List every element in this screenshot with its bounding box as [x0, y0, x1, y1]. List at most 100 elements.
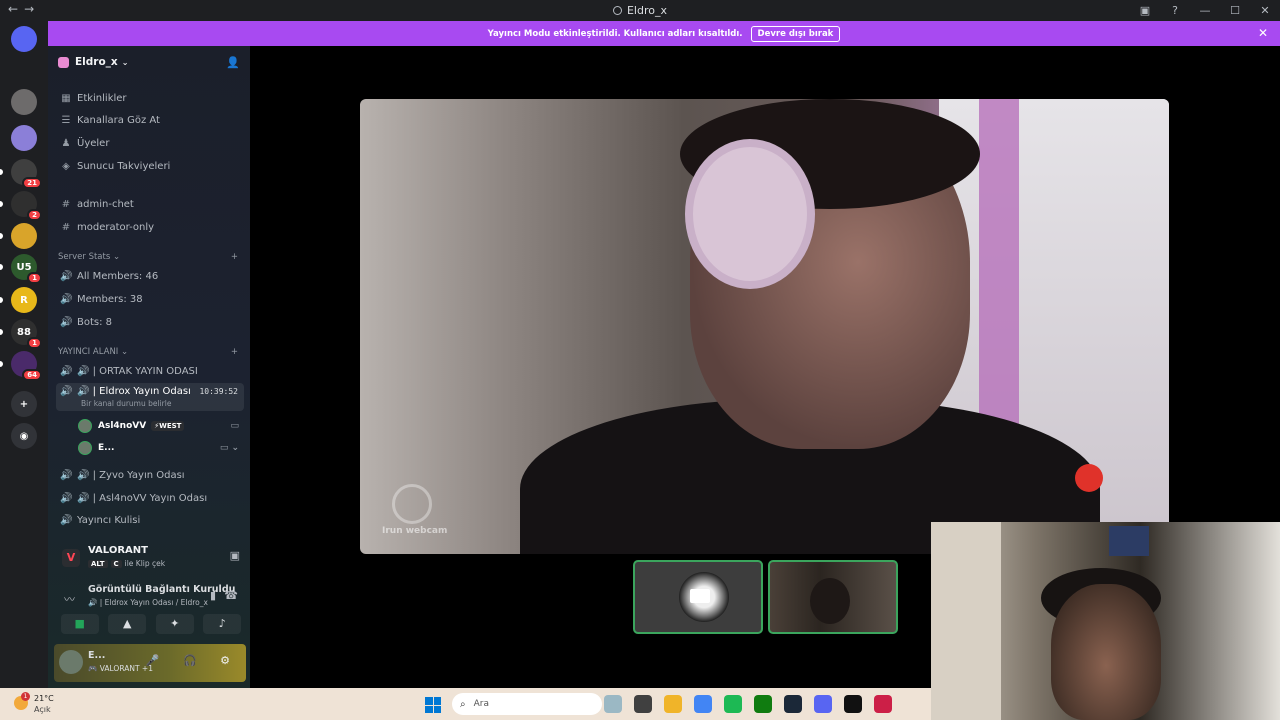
- stat-all-members[interactable]: 🔊 All Members: 46: [56, 266, 244, 286]
- category-server-stats[interactable]: Server Stats ⌄ +: [58, 252, 238, 262]
- user-controls[interactable]: 🎤 🎧 ⚙: [146, 654, 240, 667]
- voice-connection: 〰 Görüntülü Bağlantı Kuruldu 🔊 | Eldrox …: [64, 584, 238, 607]
- main-video[interactable]: Irun webcam: [360, 99, 1169, 554]
- voice-channel-icon: 🔊: [60, 514, 73, 526]
- title-bar: ←→ Eldro_x ▣ ? — ☐ ✕: [0, 0, 1280, 21]
- server-boost-item[interactable]: ◈ Sunucu Takviyeleri: [56, 156, 244, 176]
- invite-icon[interactable]: 👤: [226, 56, 240, 69]
- voice-channel-kulis[interactable]: 🔊 Yayıncı Kulisi: [56, 510, 244, 530]
- taskbar-app-icon[interactable]: [844, 695, 862, 713]
- screen-share-button[interactable]: ▲: [108, 614, 147, 634]
- help-icon[interactable]: ?: [1160, 4, 1190, 17]
- channel-status[interactable]: Bir kanal durumu belirle: [81, 399, 171, 408]
- taskbar-app-icon[interactable]: [724, 695, 742, 713]
- close-button[interactable]: ✕: [1250, 4, 1280, 17]
- taskbar-app-icon[interactable]: [784, 695, 802, 713]
- voice-member[interactable]: Asl4noVV ⚡WEST ▭: [78, 416, 243, 436]
- valorant-icon: V: [62, 549, 80, 567]
- boost-icon: ◈: [62, 160, 70, 172]
- taskbar-app-icon[interactable]: [604, 695, 622, 713]
- channel-moderator-only[interactable]: # moderator-only: [56, 217, 244, 237]
- game-activity: V VALORANT ALT Cile Klip çek ▣: [56, 541, 246, 579]
- server-icon[interactable]: ◉: [11, 423, 37, 449]
- server-icon[interactable]: [11, 125, 37, 151]
- unread-pill: [0, 201, 3, 207]
- server-rail: 21 2 U5 1 R 88 1 64 + ◉: [0, 21, 48, 688]
- server-icon[interactable]: U5 1: [11, 254, 42, 284]
- camera-icon: ▭ ⌄: [219, 443, 239, 453]
- members-icon: ♟: [61, 137, 71, 149]
- add-channel-icon[interactable]: +: [231, 347, 238, 357]
- maximize-button[interactable]: ☐: [1220, 4, 1250, 17]
- window-title: Eldro_x: [0, 4, 1280, 17]
- home-icon: [58, 56, 69, 68]
- voice-channel-zyvo[interactable]: 🔊 🔊 | Zyvo Yayın Odası: [56, 465, 244, 485]
- disable-streamer-mode-button[interactable]: Devre dışı bırak: [750, 25, 841, 42]
- taskbar-app-icon[interactable]: [694, 695, 712, 713]
- channel-timer: 10:39:52: [199, 387, 238, 396]
- soundboard-button[interactable]: ♪: [203, 614, 242, 634]
- voice-member[interactable]: E... ▭ ⌄: [78, 438, 243, 458]
- voice-channel-ortak[interactable]: 🔊 🔊 | ORTAK YAYIN ODASI: [56, 361, 244, 381]
- taskbar-app-icon[interactable]: [634, 695, 652, 713]
- taskbar-app-icon[interactable]: [754, 695, 772, 713]
- server-icon[interactable]: +: [11, 391, 37, 417]
- close-icon[interactable]: ✕: [1258, 26, 1268, 40]
- taskbar-search[interactable]: ⌕ Ara: [452, 693, 602, 715]
- start-button[interactable]: [425, 697, 441, 713]
- events-item[interactable]: ▦ Etkinlikler: [56, 88, 244, 108]
- avatar: [78, 441, 92, 455]
- inbox-icon[interactable]: ▣: [1130, 4, 1160, 17]
- taskbar-app-icon[interactable]: [874, 695, 892, 713]
- clip-icon[interactable]: ▣: [230, 549, 240, 562]
- browse-channels-item[interactable]: ☰ Kanallara Göz At: [56, 110, 244, 130]
- server-icon[interactable]: 2: [11, 191, 42, 221]
- server-icon[interactable]: [11, 223, 37, 249]
- unread-pill: [0, 264, 3, 270]
- calendar-icon: ▦: [61, 92, 71, 104]
- voice-channel-eldrox[interactable]: 🔊 🔊 | Eldrox Yayın Odası 10:39:52 Bir kan…: [56, 383, 244, 411]
- channel-admin-chet[interactable]: # admin-chet: [56, 194, 244, 214]
- server-icon[interactable]: R: [11, 287, 37, 313]
- member-tag: ⚡WEST: [151, 421, 185, 431]
- voice-channel-icon: 🔊: [60, 386, 73, 397]
- voice-channel-asl4novv[interactable]: 🔊 🔊 | Asl4noVV Yayın Odası: [56, 488, 244, 508]
- server-icon[interactable]: 88 1: [11, 319, 42, 349]
- server-icon: [612, 6, 622, 15]
- add-channel-icon[interactable]: +: [231, 252, 238, 262]
- participant-tile[interactable]: [768, 560, 898, 634]
- disconnect-icon[interactable]: ☎: [224, 589, 238, 602]
- stat-bots[interactable]: 🔊 Bots: 8: [56, 312, 244, 332]
- video-label: Irun webcam: [382, 526, 448, 536]
- server-name[interactable]: Eldro_x ⌄: [58, 56, 128, 68]
- server-icon[interactable]: 21: [11, 159, 42, 189]
- unread-pill: [0, 169, 3, 175]
- watermark-icon: [392, 484, 432, 524]
- taskbar-app-icon[interactable]: [814, 695, 832, 713]
- camera-button[interactable]: ■: [60, 614, 99, 634]
- camera-off-icon: [690, 589, 710, 603]
- participant-tile[interactable]: [633, 560, 763, 634]
- user-panel: E... 🎮 VALORANT +1 🎤 🎧 ⚙: [54, 644, 246, 682]
- activities-button[interactable]: ✦: [155, 614, 194, 634]
- signal-icon: 〰: [64, 593, 75, 606]
- stat-members[interactable]: 🔊 Members: 38: [56, 289, 244, 309]
- voice-channel-icon: 🔊: [60, 492, 73, 504]
- mention-badge: 1: [27, 272, 42, 284]
- hash-icon: #: [61, 221, 71, 233]
- unread-pill: [0, 361, 3, 367]
- voice-channel-icon: 🔊: [60, 365, 73, 377]
- taskbar-app-icon[interactable]: [664, 695, 682, 713]
- unread-pill: [0, 329, 3, 335]
- category-yayinci-alani[interactable]: YAYINCI ALANI ⌄ +: [58, 347, 238, 357]
- server-icon[interactable]: 64: [11, 351, 42, 381]
- noise-suppression-icon[interactable]: ▮: [210, 589, 216, 602]
- minimize-button[interactable]: —: [1190, 4, 1220, 17]
- taskbar: 1 21°C Açık ⌕ Ara: [0, 688, 931, 720]
- members-item[interactable]: ♟ Üyeler: [56, 133, 244, 153]
- streamer-mode-banner: Yayıncı Modu etkinleştirildi. Kullanıcı …: [48, 21, 1280, 46]
- server-icon[interactable]: [11, 26, 37, 52]
- unread-pill: [0, 233, 3, 239]
- server-icon[interactable]: [11, 89, 37, 115]
- search-icon: ⌕: [460, 698, 466, 710]
